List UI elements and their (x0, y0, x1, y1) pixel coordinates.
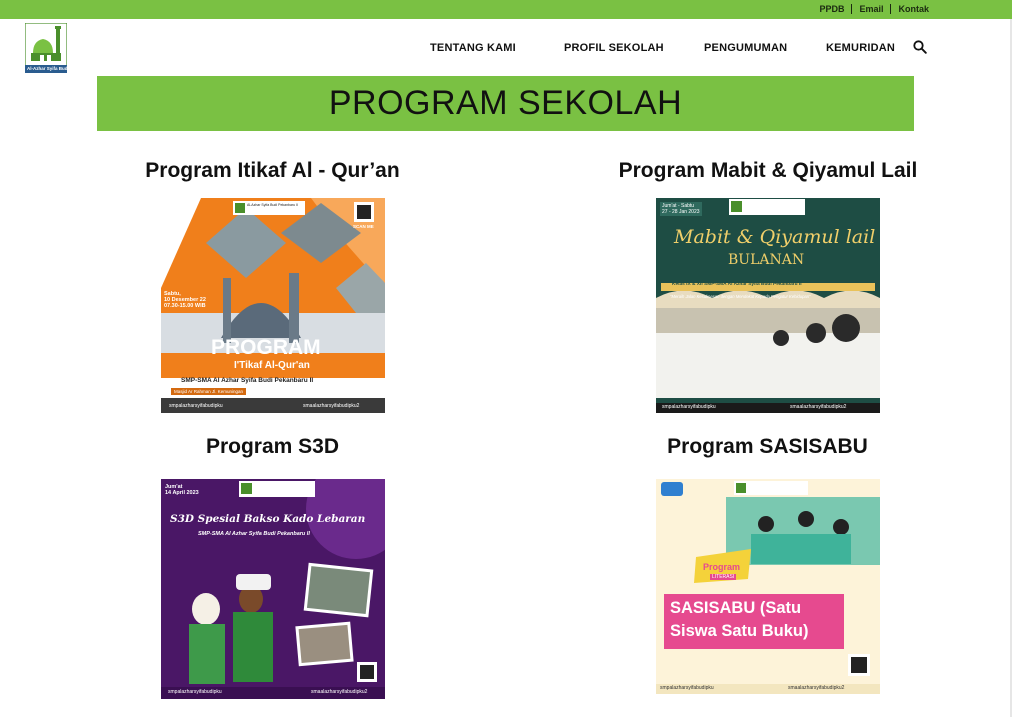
mabit-sub: BULANAN (728, 252, 805, 268)
sasisabu-ig2: smaalazharsyifabudipku2 (788, 685, 845, 691)
poster-itikaf[interactable]: Al-Azhar Syifa Budi Pekanbaru II SCAN ME… (161, 198, 385, 413)
program-title-mabit: Program Mabit & Qiyamul Lail (618, 159, 918, 182)
sasisabu-tag1: Program (703, 562, 741, 572)
school-logo[interactable]: Al-Azhar Syifa Budi (24, 22, 69, 74)
divider (890, 4, 892, 14)
itikaf-venue: Masjid Ar Rahman Jl. Kemuningan (171, 388, 247, 395)
itikaf-scan: SCAN ME (353, 224, 374, 229)
s3d-date: Jum'at 14 April 2023 (165, 484, 199, 496)
mabit-date: Jum'at - Sabtu 27 - 28 Jan 2023 (660, 202, 702, 216)
s3d-artwork (161, 479, 385, 699)
itikaf-school-line: SMP-SMA Al Azhar Syifa Budi Pekanbaru II (181, 377, 314, 384)
mabit-class-line: Kelas IX & XII SMP-SMA Al Azhar Syifa Bu… (672, 282, 802, 287)
nav-profil-sekolah[interactable]: PROFIL SEKOLAH (564, 42, 664, 54)
s3d-script: S3D Spesial Bakso Kado Lebaran (170, 513, 366, 525)
sasisabu-artwork (656, 479, 880, 694)
page-banner: PROGRAM SEKOLAH (97, 76, 914, 131)
page-title: PROGRAM SEKOLAH (328, 84, 683, 122)
itikaf-headline: PROGRAM (211, 336, 321, 359)
itikaf-sub: I'Tikaf Al-Qur'an (234, 360, 310, 371)
s3d-ig2: smaalazharsyifabudipku2 (311, 689, 368, 695)
poster-s3d[interactable]: Jum'at 14 April 2023 S3D Spesial Bakso K… (161, 479, 385, 699)
s3d-ig1: smpalazharsyifabudipku (168, 689, 222, 695)
itikaf-school: Al-Azhar Syifa Budi Pekanbaru II (247, 203, 298, 207)
logo-text: Al-Azhar Syifa Budi (27, 66, 69, 71)
poster-mabit[interactable]: Jum'at - Sabtu 27 - 28 Jan 2023 Mabit & … (656, 198, 880, 413)
email-link[interactable]: Email (859, 4, 883, 14)
itikaf-date: Sabtu, 10 Desember 22 07.30-15.00 WIB (164, 291, 206, 309)
mabit-ig1: smpalazharsyifabudipku (662, 404, 716, 410)
mabit-script: Mabit & Qiyamul lail (674, 226, 876, 248)
top-bar: PPDB Email Kontak (0, 0, 1012, 19)
mabit-quote: "Meraih Jalan Kesuksesan dengan Mendekat… (670, 294, 811, 299)
itikaf-ig1: smpalazharsyifabudipku (169, 403, 223, 409)
program-title-itikaf: Program Itikaf Al - Qur’an (145, 159, 400, 182)
poster-sasisabu[interactable]: Program LITERASI SASISABU (Satu Siswa Sa… (656, 479, 880, 694)
itikaf-ig2: smaalazharsyifabudipku2 (303, 403, 360, 409)
sasisabu-headline: SASISABU (Satu Siswa Satu Buku) (670, 599, 809, 640)
sasisabu-tag2: LITERASI (710, 574, 737, 580)
nav-kemuridan[interactable]: KEMURIDAN (826, 42, 895, 54)
search-icon[interactable] (913, 40, 927, 54)
program-title-sasisabu: Program SASISABU (667, 435, 868, 458)
mabit-ig2: smaalazharsyifabudipku2 (790, 404, 847, 410)
ppdb-link[interactable]: PPDB (819, 4, 844, 14)
top-links: PPDB Email Kontak (819, 4, 929, 14)
program-title-s3d: Program S3D (205, 435, 340, 458)
sasisabu-ig1: smpalazharsyifabudipku (660, 685, 714, 691)
nav-pengumuman[interactable]: PENGUMUMAN (704, 42, 787, 54)
kontak-link[interactable]: Kontak (898, 4, 929, 14)
divider (851, 4, 853, 14)
nav-tentang-kami[interactable]: TENTANG KAMI (430, 42, 516, 54)
s3d-school-line: SMP-SMA Al Azhar Syifa Budi Pekanbaru II (198, 531, 310, 537)
